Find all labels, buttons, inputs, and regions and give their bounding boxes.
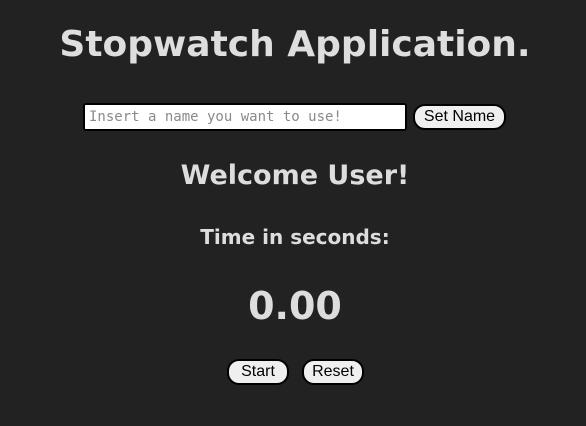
set-name-button[interactable]: Set Name [413, 104, 506, 130]
stopwatch-app: Stopwatch Application. Set Name Welcome … [0, 0, 586, 426]
reset-button[interactable]: Reset [302, 359, 364, 385]
page-title: Stopwatch Application. [59, 24, 531, 65]
name-form: Set Name [83, 102, 506, 132]
time-label: Time in seconds: [200, 225, 390, 249]
start-button[interactable]: Start [227, 359, 289, 385]
time-display: 0.00 [248, 284, 342, 328]
welcome-message: Welcome User! [180, 160, 410, 191]
timer-controls: Start Reset [227, 359, 364, 385]
name-input[interactable] [83, 103, 407, 131]
